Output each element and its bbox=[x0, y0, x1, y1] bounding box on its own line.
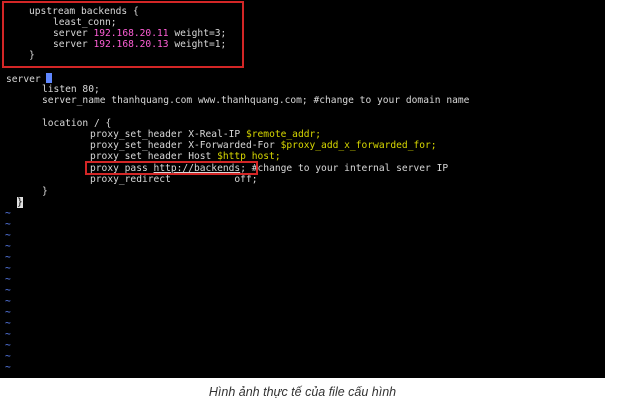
upstream-highlight-box bbox=[2, 1, 244, 68]
image-caption: Hình ảnh thực tế của file cấu hình bbox=[208, 385, 397, 399]
tilde-marker: ~ bbox=[5, 318, 11, 329]
nginx-variable: $remote_addr; bbox=[245, 129, 322, 140]
code-line: location / { bbox=[42, 118, 112, 129]
vim-editor[interactable]: upstream backends { least_conn; server 1… bbox=[0, 0, 605, 378]
code-line: } bbox=[17, 197, 23, 208]
code-line: listen 80; bbox=[42, 84, 100, 95]
tilde-marker: ~ bbox=[5, 340, 11, 351]
tilde-marker: ~ bbox=[5, 307, 11, 318]
code-line: proxy_redirect off; bbox=[90, 174, 258, 185]
code-line: proxy_set_header X-Real-IP $remote_addr; bbox=[90, 129, 322, 140]
tilde-marker: ~ bbox=[5, 285, 11, 296]
tilde-marker: ~ bbox=[5, 230, 11, 241]
tilde-marker: ~ bbox=[5, 351, 11, 362]
tilde-marker: ~ bbox=[5, 219, 11, 230]
code-line: server_name thanhquang.com www.thanhquan… bbox=[42, 95, 470, 106]
tilde-marker: ~ bbox=[5, 208, 11, 219]
tilde-marker: ~ bbox=[5, 296, 11, 307]
nginx-variable: $proxy_add_x_forwarded_for; bbox=[280, 140, 437, 151]
matched-bracket: } bbox=[17, 197, 23, 208]
code-line: proxy_set_header X-Forwarded-For $proxy_… bbox=[90, 140, 437, 151]
tilde-marker: ~ bbox=[5, 274, 11, 285]
tilde-marker: ~ bbox=[5, 263, 11, 274]
tilde-marker: ~ bbox=[5, 329, 11, 340]
code-line: server bbox=[6, 73, 53, 85]
tilde-marker: ~ bbox=[5, 241, 11, 252]
proxy-pass-highlight-box bbox=[85, 161, 258, 175]
code-line: } bbox=[42, 186, 48, 197]
page: upstream backends { least_conn; server 1… bbox=[0, 0, 621, 407]
tilde-marker: ~ bbox=[5, 252, 11, 263]
tilde-marker: ~ bbox=[5, 362, 11, 373]
cursor bbox=[46, 73, 53, 83]
